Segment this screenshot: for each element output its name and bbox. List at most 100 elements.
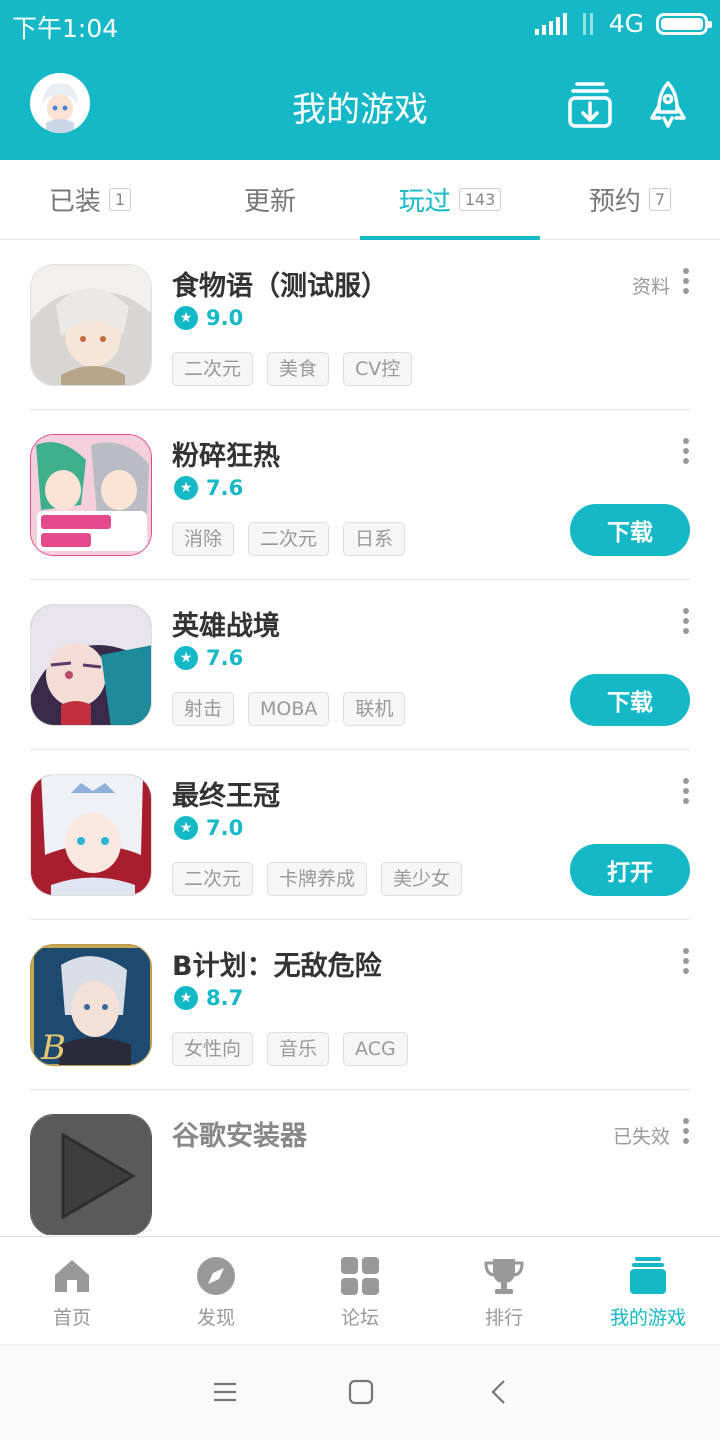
list-item[interactable]: 谷歌安装器 已失效 [30, 1090, 690, 1235]
more-options-icon[interactable] [682, 948, 690, 974]
game-icon[interactable] [30, 434, 152, 556]
star-icon: ★ [174, 306, 198, 330]
status-bar: 下午1:04 4G [0, 0, 720, 50]
list-item[interactable]: 食物语（测试服） ★ 9.0 二次元 美食 CV控 资料 [30, 240, 690, 410]
tag-list: 二次元 美食 CV控 [172, 352, 413, 386]
tab-installed[interactable]: 已装 1 [0, 160, 180, 239]
more-options-icon[interactable] [682, 1118, 690, 1144]
nav-label: 发现 [196, 1307, 235, 1329]
star-icon: ★ [174, 646, 198, 670]
menu-icon[interactable] [212, 1379, 238, 1405]
bottom-nav: 首页 发现 论坛 排行 我的游戏 [0, 1236, 720, 1344]
list-item[interactable]: 粉碎狂热 ★ 7.6 消除 二次元 日系 下载 [30, 410, 690, 580]
download-button[interactable]: 下载 [570, 504, 690, 556]
tab-label: 预约 [588, 187, 641, 217]
nav-my-games[interactable]: 我的游戏 [576, 1237, 720, 1344]
system-nav-bar [0, 1344, 720, 1440]
tag[interactable]: 音乐 [267, 1032, 330, 1066]
rating-value: 7.0 [206, 816, 244, 840]
nav-home[interactable]: 首页 [0, 1237, 144, 1344]
game-rating: ★ 9.0 [174, 306, 243, 330]
tag[interactable]: 美食 [267, 352, 330, 386]
tag-list: 射击 MOBA 联机 [172, 692, 406, 726]
tag-list: 女性向 音乐 ACG [172, 1032, 408, 1066]
game-name: 粉碎狂热 [172, 441, 280, 472]
game-name: B计划：无敌危险 [172, 951, 382, 982]
data-transfer-icon [579, 12, 597, 35]
game-icon[interactable] [30, 604, 152, 726]
game-rating: ★ 8.7 [174, 986, 243, 1010]
tab-count: 7 [648, 188, 672, 211]
back-icon[interactable] [486, 1379, 512, 1405]
nav-ranking[interactable]: 排行 [432, 1237, 576, 1344]
rating-value: 8.7 [206, 986, 244, 1010]
tab-bar: 已装 1 更新 玩过 143 预约 7 [0, 160, 720, 240]
rating-value: 9.0 [206, 306, 244, 330]
my-games-icon [630, 1257, 666, 1294]
tab-count: 143 [458, 188, 502, 211]
tag[interactable]: 二次元 [172, 352, 254, 386]
svg-text:B: B [40, 1028, 66, 1066]
nav-label: 首页 [52, 1307, 91, 1329]
star-icon: ★ [174, 986, 198, 1010]
nav-label: 论坛 [340, 1307, 379, 1329]
download-manager-icon[interactable] [567, 80, 613, 130]
battery-icon [656, 12, 712, 35]
home-icon [55, 1260, 89, 1292]
tag[interactable]: 女性向 [172, 1032, 254, 1066]
tab-played[interactable]: 玩过 143 [360, 160, 540, 240]
tag-list: 消除 二次元 日系 [172, 522, 406, 556]
rating-value: 7.6 [206, 646, 244, 670]
game-rating: ★ 7.0 [174, 816, 243, 840]
signal-icon [534, 12, 567, 35]
nav-forum[interactable]: 论坛 [288, 1237, 432, 1344]
more-options-icon[interactable] [682, 438, 690, 464]
tag[interactable]: MOBA [248, 692, 330, 726]
tag[interactable]: 二次元 [172, 862, 254, 896]
game-name: 英雄战境 [172, 611, 280, 642]
tag[interactable]: 二次元 [248, 522, 330, 556]
tag[interactable]: ACG [343, 1032, 408, 1066]
tag[interactable]: 联机 [343, 692, 406, 726]
download-button[interactable]: 下载 [570, 674, 690, 726]
nav-discover[interactable]: 发现 [144, 1237, 288, 1344]
list-item[interactable]: B B计划：无敌危险 ★ 8.7 女性向 音乐 ACG [30, 920, 690, 1090]
tag[interactable]: 卡牌养成 [267, 862, 368, 896]
home-square-icon[interactable] [348, 1379, 374, 1405]
tag[interactable]: 美少女 [381, 862, 463, 896]
game-icon[interactable] [30, 774, 152, 896]
game-rating: ★ 7.6 [174, 646, 243, 670]
star-icon: ★ [174, 816, 198, 840]
rating-value: 7.6 [206, 476, 244, 500]
star-icon: ★ [174, 476, 198, 500]
open-button[interactable]: 打开 [570, 844, 690, 896]
nav-label: 我的游戏 [609, 1307, 686, 1329]
nav-label: 排行 [484, 1307, 523, 1329]
game-list: 食物语（测试服） ★ 9.0 二次元 美食 CV控 资料 粉碎狂热 ★ 7.6 … [0, 240, 720, 1235]
tab-label: 更新 [243, 187, 296, 217]
trophy-icon [484, 1259, 524, 1294]
network-type: 4G [608, 9, 644, 38]
tag[interactable]: 射击 [172, 692, 235, 726]
game-icon[interactable] [30, 1114, 152, 1235]
tab-label: 玩过 [398, 187, 451, 217]
game-icon[interactable]: B [30, 944, 152, 1066]
more-options-icon[interactable] [682, 778, 690, 804]
more-options-icon[interactable] [682, 268, 690, 294]
status-time: 下午1:04 [12, 14, 119, 43]
tab-reserved[interactable]: 预约 7 [540, 160, 720, 239]
tag-list: 二次元 卡牌养成 美少女 [172, 862, 463, 896]
app-header: 下午1:04 4G 我的游戏 [0, 0, 720, 160]
info-link[interactable]: 资料 [632, 272, 670, 299]
status-label: 已失效 [612, 1126, 670, 1148]
game-icon[interactable] [30, 264, 152, 386]
list-item[interactable]: 英雄战境 ★ 7.6 射击 MOBA 联机 下载 [30, 580, 690, 750]
list-item[interactable]: 最终王冠 ★ 7.0 二次元 卡牌养成 美少女 打开 [30, 750, 690, 920]
tab-updates[interactable]: 更新 [180, 160, 360, 239]
more-options-icon[interactable] [682, 608, 690, 634]
tag[interactable]: 日系 [343, 522, 406, 556]
tag[interactable]: CV控 [343, 352, 413, 386]
tag[interactable]: 消除 [172, 522, 235, 556]
rocket-icon[interactable] [645, 80, 691, 130]
game-rating: ★ 7.6 [174, 476, 243, 500]
